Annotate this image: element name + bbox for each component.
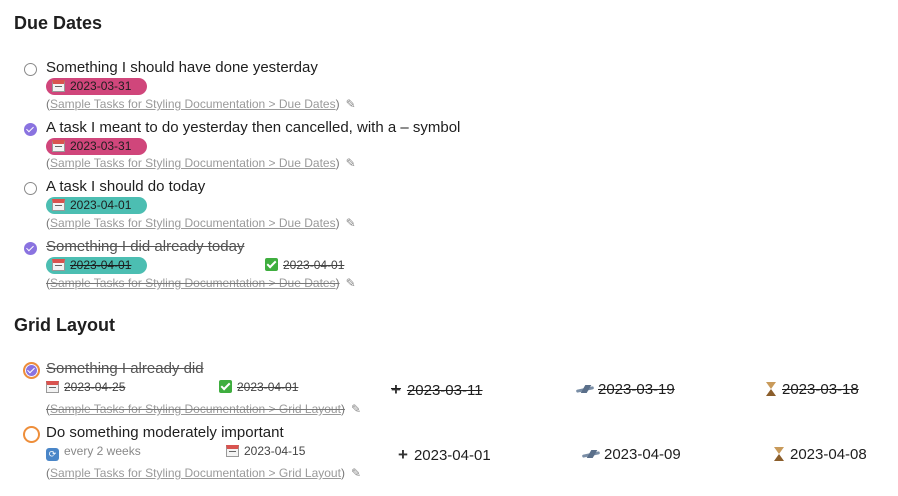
calendar-icon	[226, 445, 239, 457]
calendar-icon	[52, 80, 65, 92]
start-date: 2023-03-19	[576, 381, 675, 398]
backlink-link[interactable]: Sample Tasks for Styling Documentation >…	[50, 466, 341, 480]
due-date-pill: 2023-04-01	[46, 197, 147, 214]
task-checkbox[interactable]	[23, 362, 40, 379]
pencil-icon[interactable]: ✎	[346, 216, 356, 230]
plus-icon: +	[398, 445, 408, 464]
hourglass-icon	[766, 382, 776, 396]
task-backlink: (Sample Tasks for Styling Documentation …	[46, 402, 361, 416]
start-date: 2023-04-09	[582, 446, 681, 463]
check-mark-button-icon	[265, 258, 278, 271]
task-description: Something I should have done yesterday	[46, 59, 318, 76]
plus-icon: +	[391, 380, 401, 399]
backlink-link[interactable]: Sample Tasks for Styling Documentation >…	[50, 216, 336, 230]
pencil-icon[interactable]: ✎	[346, 276, 356, 290]
recurrence: ⟳ every 2 weeks	[46, 444, 141, 461]
section-heading-grid-layout: Grid Layout	[14, 315, 116, 335]
task-description: A task I meant to do yesterday then canc…	[46, 119, 461, 136]
done-date: 2023-04-01	[265, 258, 344, 272]
task-checkbox[interactable]	[24, 242, 37, 255]
due-date: 2023-03-31	[70, 139, 132, 153]
task-checkbox[interactable]	[23, 426, 40, 443]
due-date: 2023-04-25	[46, 380, 125, 394]
task-backlink: (Sample Tasks for Styling Documentation …	[46, 216, 356, 230]
pencil-icon[interactable]: ✎	[346, 97, 356, 111]
repeat-icon: ⟳	[46, 448, 59, 461]
section-heading-due-dates: Due Dates	[14, 13, 103, 33]
task-backlink: (Sample Tasks for Styling Documentation …	[46, 466, 361, 480]
check-mark-button-icon	[219, 380, 232, 393]
task-checkbox[interactable]	[24, 63, 37, 76]
done-date: 2023-04-01	[219, 380, 298, 394]
due-date-pill: 2023-04-01	[46, 257, 147, 274]
scheduled-date: 2023-03-18	[766, 381, 859, 398]
scheduled-date: 2023-04-08	[774, 446, 867, 463]
calendar-icon	[52, 140, 65, 152]
calendar-icon	[46, 381, 59, 393]
task-backlink: (Sample Tasks for Styling Documentation …	[46, 276, 356, 290]
task-description: A task I should do today	[46, 178, 206, 195]
task-description: Something I already did	[46, 360, 204, 377]
airplane-departure-icon	[576, 384, 596, 394]
hourglass-icon	[774, 447, 784, 461]
calendar-icon	[52, 259, 65, 271]
pencil-icon[interactable]: ✎	[351, 466, 361, 480]
calendar-icon	[52, 199, 65, 211]
created-date: +2023-03-11	[391, 380, 483, 399]
due-date-pill: 2023-03-31	[46, 138, 147, 155]
task-backlink: (Sample Tasks for Styling Documentation …	[46, 97, 356, 111]
pencil-icon[interactable]: ✎	[346, 156, 356, 170]
backlink-link[interactable]: Sample Tasks for Styling Documentation >…	[50, 276, 336, 290]
task-backlink: (Sample Tasks for Styling Documentation …	[46, 156, 356, 170]
airplane-departure-icon	[582, 449, 602, 459]
backlink-link[interactable]: Sample Tasks for Styling Documentation >…	[50, 97, 336, 111]
due-date: 2023-03-31	[70, 79, 132, 93]
task-checkbox[interactable]	[24, 182, 37, 195]
due-date: 2023-04-01	[70, 198, 132, 212]
backlink-link[interactable]: Sample Tasks for Styling Documentation >…	[50, 156, 336, 170]
task-description: Do something moderately important	[46, 424, 284, 441]
due-date: 2023-04-15	[226, 444, 305, 458]
due-date: 2023-04-01	[70, 258, 132, 272]
task-description: Something I did already today	[46, 238, 245, 255]
due-date-pill: 2023-03-31	[46, 78, 147, 95]
backlink-link[interactable]: Sample Tasks for Styling Documentation >…	[50, 402, 341, 416]
task-checkbox[interactable]	[24, 123, 37, 136]
pencil-icon[interactable]: ✎	[351, 402, 361, 416]
created-date: +2023-04-01	[398, 445, 491, 464]
